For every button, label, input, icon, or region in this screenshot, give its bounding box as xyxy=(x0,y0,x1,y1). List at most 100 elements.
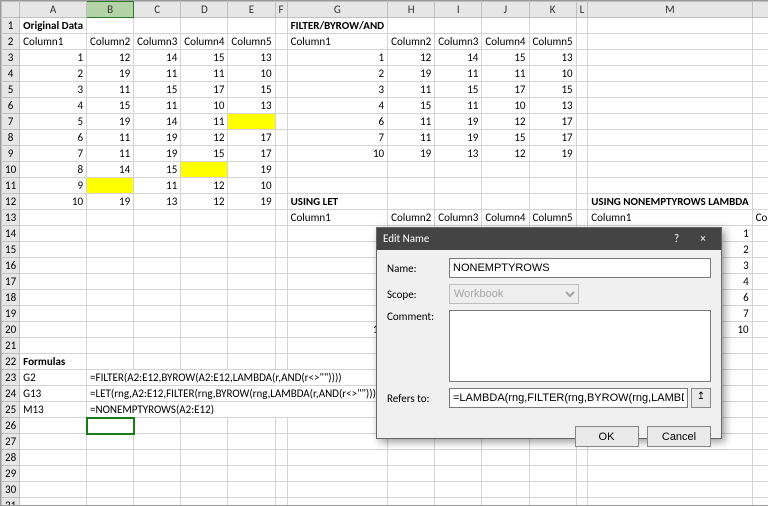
cell[interactable] xyxy=(181,226,228,242)
cell[interactable]: 19 xyxy=(388,66,435,82)
cell[interactable] xyxy=(275,194,287,210)
cell[interactable] xyxy=(275,178,287,194)
cell[interactable] xyxy=(287,354,388,370)
cell[interactable] xyxy=(388,466,435,482)
cell[interactable] xyxy=(275,146,287,162)
cell[interactable] xyxy=(20,306,87,322)
cell[interactable] xyxy=(588,498,752,506)
col-header[interactable]: F xyxy=(275,2,287,18)
cell[interactable]: 6 xyxy=(287,114,388,130)
cell[interactable] xyxy=(482,18,529,34)
cell[interactable] xyxy=(588,18,752,34)
cell[interactable] xyxy=(482,482,529,498)
cell[interactable] xyxy=(752,18,768,34)
row-header[interactable]: 13 xyxy=(2,210,20,226)
row-header[interactable]: 10 xyxy=(2,162,20,178)
cell[interactable]: 19 xyxy=(228,162,275,178)
cell[interactable] xyxy=(228,114,275,130)
cell[interactable] xyxy=(588,50,752,66)
cell[interactable]: 15 xyxy=(435,82,482,98)
cell[interactable] xyxy=(134,258,181,274)
cell[interactable] xyxy=(87,274,134,290)
cell[interactable]: 10 xyxy=(529,66,576,82)
cell[interactable] xyxy=(435,194,482,210)
cell[interactable]: Column5 xyxy=(529,34,576,50)
cell[interactable] xyxy=(228,354,275,370)
cell[interactable] xyxy=(482,178,529,194)
row-header[interactable]: 9 xyxy=(2,146,20,162)
cell[interactable] xyxy=(576,18,588,34)
cell[interactable]: 14 xyxy=(134,114,181,130)
row-header[interactable]: 15 xyxy=(2,242,20,258)
cell[interactable] xyxy=(388,482,435,498)
cell[interactable]: 6 xyxy=(20,130,87,146)
cell[interactable]: 13 xyxy=(529,98,576,114)
cell[interactable]: Column1 xyxy=(588,210,752,226)
cell[interactable]: 14 xyxy=(435,50,482,66)
cell[interactable]: 11 xyxy=(752,306,768,322)
cell[interactable] xyxy=(588,482,752,498)
row-header[interactable]: 18 xyxy=(2,290,20,306)
cell[interactable] xyxy=(228,258,275,274)
cell[interactable] xyxy=(752,482,768,498)
cell[interactable]: 19 xyxy=(529,146,576,162)
cell[interactable]: 7 xyxy=(287,130,388,146)
cell[interactable]: 13 xyxy=(529,50,576,66)
cell[interactable]: 15 xyxy=(181,146,228,162)
cell[interactable]: 6 xyxy=(287,290,388,306)
col-header[interactable]: C xyxy=(134,2,181,18)
row-header[interactable]: 23 xyxy=(2,370,20,386)
cell[interactable] xyxy=(388,18,435,34)
cell[interactable] xyxy=(576,466,588,482)
comment-field[interactable] xyxy=(449,310,711,382)
cell[interactable]: 1 xyxy=(20,50,87,66)
cell[interactable]: Column2 xyxy=(388,34,435,50)
cancel-button[interactable]: Cancel xyxy=(647,426,711,447)
cell[interactable] xyxy=(287,482,388,498)
cell[interactable]: 13 xyxy=(228,50,275,66)
cell[interactable] xyxy=(275,274,287,290)
cell[interactable]: Column2 xyxy=(388,210,435,226)
col-header[interactable]: M xyxy=(588,2,752,18)
cell[interactable]: Column4 xyxy=(482,34,529,50)
cell[interactable] xyxy=(20,466,87,482)
cell[interactable] xyxy=(87,306,134,322)
cell[interactable]: 12 xyxy=(181,194,228,210)
cell[interactable]: 15 xyxy=(529,82,576,98)
cell[interactable] xyxy=(482,466,529,482)
cell[interactable]: 13 xyxy=(134,194,181,210)
cell[interactable] xyxy=(87,498,134,506)
cell[interactable] xyxy=(588,146,752,162)
cell[interactable] xyxy=(752,434,768,450)
cell[interactable] xyxy=(20,482,87,498)
col-header[interactable]: J xyxy=(482,2,529,18)
cell[interactable] xyxy=(181,162,228,178)
cell[interactable] xyxy=(87,322,134,338)
cell[interactable] xyxy=(87,178,134,194)
col-header[interactable]: L xyxy=(576,2,588,18)
cell[interactable] xyxy=(134,226,181,242)
row-header[interactable]: 14 xyxy=(2,226,20,242)
cell[interactable] xyxy=(275,434,287,450)
cell[interactable] xyxy=(134,18,181,34)
close-button[interactable]: × xyxy=(691,228,715,250)
cell[interactable]: 11 xyxy=(388,130,435,146)
cell[interactable]: 19 xyxy=(388,146,435,162)
cell[interactable] xyxy=(576,498,588,506)
cell[interactable]: Column4 xyxy=(181,34,228,50)
cell[interactable] xyxy=(275,66,287,82)
row-header[interactable]: 11 xyxy=(2,178,20,194)
cell[interactable] xyxy=(275,18,287,34)
cell[interactable] xyxy=(87,450,134,466)
cell[interactable] xyxy=(181,466,228,482)
cell[interactable]: 2 xyxy=(287,66,388,82)
cell[interactable] xyxy=(87,242,134,258)
cell[interactable] xyxy=(287,178,388,194)
cell[interactable]: 10 xyxy=(228,178,275,194)
cell[interactable]: Column5 xyxy=(529,210,576,226)
cell[interactable]: 10 xyxy=(482,98,529,114)
row-header[interactable]: 22 xyxy=(2,354,20,370)
row-header[interactable]: 19 xyxy=(2,306,20,322)
cell[interactable] xyxy=(228,242,275,258)
cell[interactable]: 11 xyxy=(134,98,181,114)
